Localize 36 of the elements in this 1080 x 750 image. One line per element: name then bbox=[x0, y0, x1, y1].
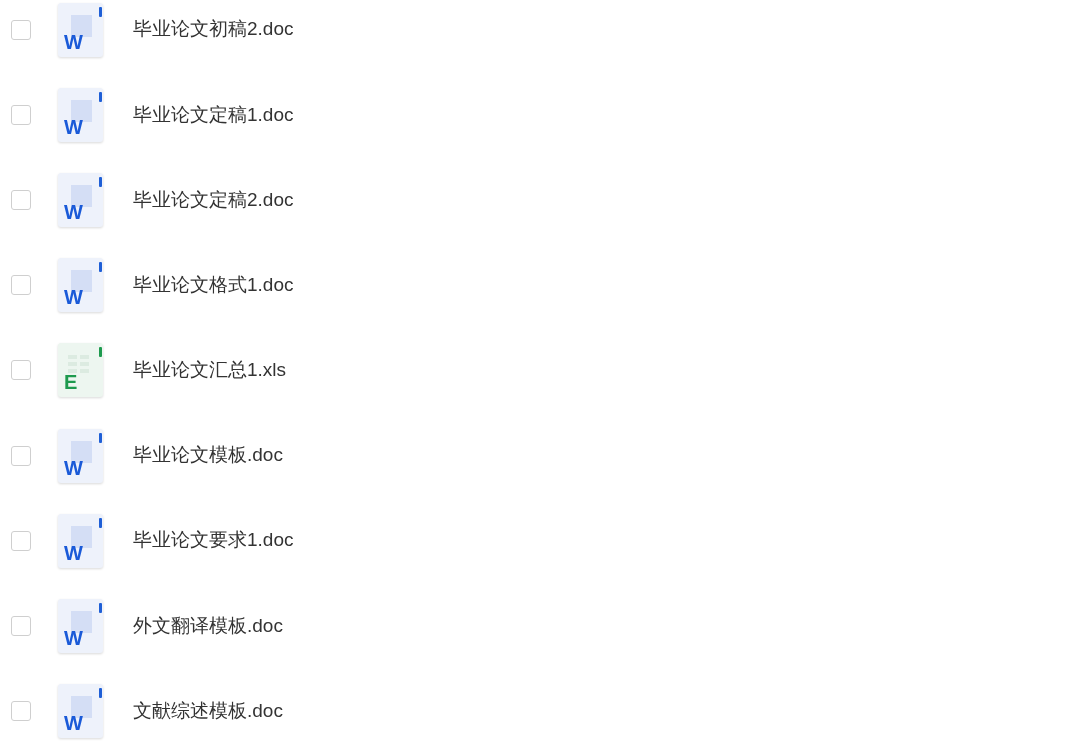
file-name[interactable]: 毕业论文模板.doc bbox=[133, 441, 283, 470]
icon-letter: W bbox=[64, 457, 83, 478]
document-icon bbox=[58, 598, 103, 653]
icon-letter: W bbox=[64, 713, 83, 734]
icon-letter: E bbox=[64, 372, 78, 393]
checkbox[interactable] bbox=[11, 445, 31, 466]
checkbox[interactable] bbox=[11, 530, 31, 551]
document-icon bbox=[58, 513, 103, 568]
document-icon bbox=[58, 172, 103, 227]
icon-letter: W bbox=[64, 116, 83, 137]
document-icon bbox=[58, 87, 103, 142]
checkbox[interactable] bbox=[11, 189, 31, 210]
checkbox[interactable] bbox=[11, 360, 31, 381]
document-icon bbox=[58, 258, 103, 313]
spreadsheet-icon bbox=[58, 343, 103, 398]
file-name[interactable]: 毕业论文要求1.doc bbox=[133, 526, 294, 555]
file-name[interactable]: 毕业论文定稿2.doc bbox=[133, 185, 294, 215]
file-name[interactable]: 毕业论文初稿2.doc bbox=[133, 15, 294, 44]
file-name[interactable]: 毕业论文汇总1.xls bbox=[133, 356, 287, 385]
icon-letter: W bbox=[64, 31, 83, 52]
file-name[interactable]: 毕业论文定稿1.doc bbox=[133, 100, 294, 130]
file-name[interactable]: 文献综述模板.doc bbox=[133, 696, 283, 726]
icon-letter: W bbox=[64, 542, 83, 563]
checkbox[interactable] bbox=[11, 701, 31, 722]
checkbox[interactable] bbox=[11, 275, 31, 296]
icon-letter: W bbox=[64, 287, 83, 308]
document-icon bbox=[58, 428, 103, 483]
document-icon bbox=[58, 684, 103, 739]
icon-letter: W bbox=[64, 627, 83, 648]
checkbox[interactable] bbox=[11, 104, 31, 125]
icon-letter: W bbox=[64, 201, 83, 222]
file-name[interactable]: 毕业论文格式1.doc bbox=[133, 270, 294, 300]
checkbox[interactable] bbox=[11, 19, 31, 40]
checkbox[interactable] bbox=[11, 615, 31, 636]
file-name[interactable]: 外文翻译模板.doc bbox=[133, 611, 283, 641]
document-icon bbox=[58, 2, 103, 57]
